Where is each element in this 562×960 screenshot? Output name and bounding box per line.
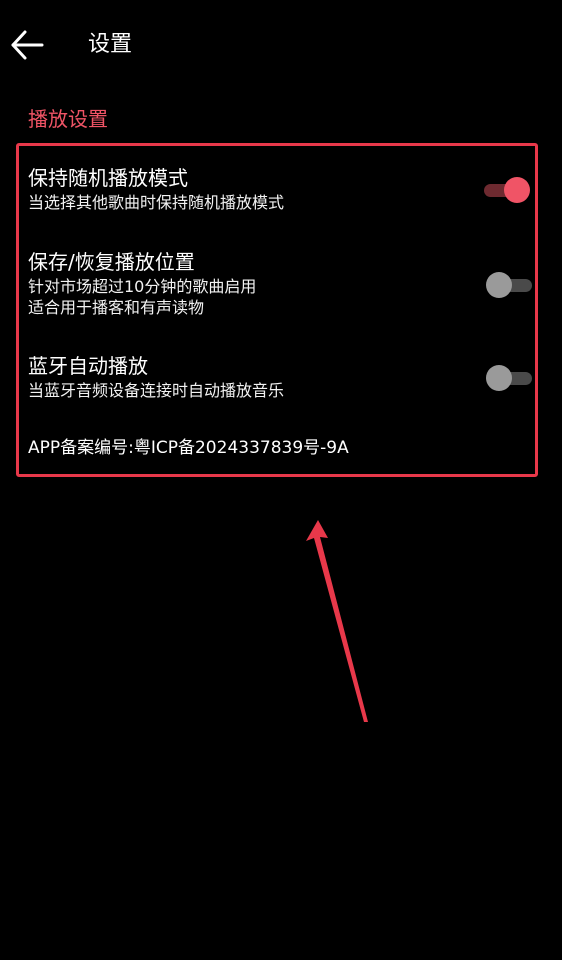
keep-shuffle-toggle[interactable] <box>484 175 534 205</box>
app-header: 设置 <box>0 0 562 92</box>
setting-keep-shuffle[interactable]: 保持随机播放模式 当选择其他歌曲时保持随机播放模式 <box>28 164 538 213</box>
setting-description-line-2: 适合用于播客和有声读物 <box>28 298 205 317</box>
setting-title: 保持随机播放模式 <box>28 166 188 190</box>
back-arrow-icon <box>11 30 44 60</box>
annotation-arrow-shape <box>306 520 368 722</box>
setting-description: 当蓝牙音频设备连接时自动播放音乐 <box>28 381 285 400</box>
setting-save-restore-position[interactable]: 保存/恢复播放位置 针对市场超过10分钟的歌曲启用 适合用于播客和有声读物 <box>28 248 538 318</box>
save-restore-position-toggle[interactable] <box>486 270 536 300</box>
setting-title: 蓝牙自动播放 <box>28 354 148 378</box>
icp-record-number: APP备案编号:粤ICP备2024337839号-9A <box>28 438 349 458</box>
bluetooth-autoplay-toggle[interactable] <box>486 363 536 393</box>
back-button[interactable] <box>8 26 48 66</box>
toggle-thumb <box>486 365 512 391</box>
page-title: 设置 <box>88 32 133 57</box>
toggle-thumb <box>486 272 512 298</box>
setting-bluetooth-autoplay[interactable]: 蓝牙自动播放 当蓝牙音频设备连接时自动播放音乐 <box>28 352 538 401</box>
toggle-thumb <box>504 177 530 203</box>
section-title: 播放设置 <box>28 107 108 131</box>
setting-description: 针对市场超过10分钟的歌曲启用 <box>28 277 257 296</box>
setting-title: 保存/恢复播放位置 <box>28 250 195 274</box>
setting-description: 当选择其他歌曲时保持随机播放模式 <box>28 193 285 212</box>
